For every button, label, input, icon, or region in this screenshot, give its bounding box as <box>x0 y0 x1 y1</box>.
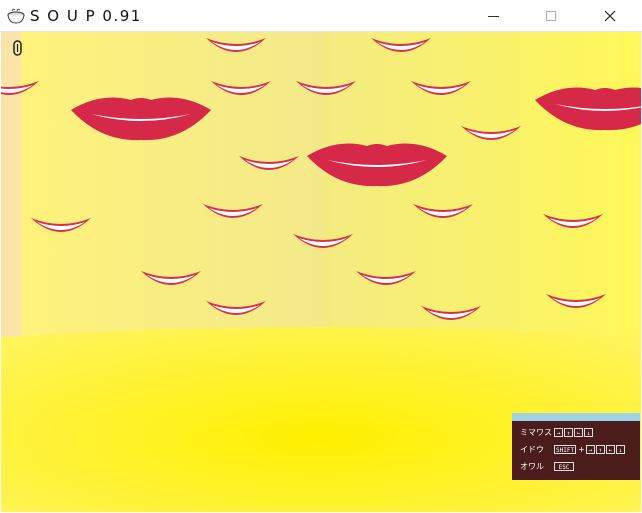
help-label-move: イドウ <box>520 444 544 454</box>
help-label-quit: オワル <box>520 461 544 471</box>
esc-key: ESC <box>554 461 574 471</box>
help-label-look: ミマワス <box>520 427 552 437</box>
window-title: S O U P 0.91 <box>30 7 142 25</box>
arrow-right-key: → <box>585 444 595 454</box>
help-row-quit: オワル ESC <box>520 459 575 473</box>
maximize-button[interactable] <box>528 0 574 32</box>
plus-sign: + <box>578 444 585 454</box>
soup-bowl-icon <box>7 8 25 24</box>
help-panel-header <box>512 413 640 421</box>
help-row-look: ミマワス → ↑ ← ↓ <box>520 425 594 439</box>
arrow-left-key: ← <box>605 444 615 454</box>
paperclip-icon <box>13 40 22 56</box>
arrow-left-key: ← <box>574 427 583 437</box>
help-row-move: イドウ SHIFT + → ↑ ← ↓ <box>520 442 626 456</box>
arrow-down-key: ↓ <box>584 427 593 437</box>
shift-key: SHIFT <box>554 444 577 454</box>
close-icon <box>604 10 616 22</box>
title-bar: S O U P 0.91 <box>0 0 642 32</box>
maximize-icon <box>546 11 556 21</box>
arrow-right-key: → <box>554 427 563 437</box>
minimize-button[interactable] <box>470 0 516 32</box>
close-button[interactable] <box>587 0 633 32</box>
arrow-up-key: ↑ <box>564 427 573 437</box>
minimize-icon <box>487 15 499 17</box>
arrow-down-key: ↓ <box>615 444 625 454</box>
controls-help-panel: ミマワス → ↑ ← ↓ イドウ SHIFT + → ↑ ← ↓ オワル ESC <box>512 413 640 480</box>
arrow-up-key: ↑ <box>595 444 605 454</box>
